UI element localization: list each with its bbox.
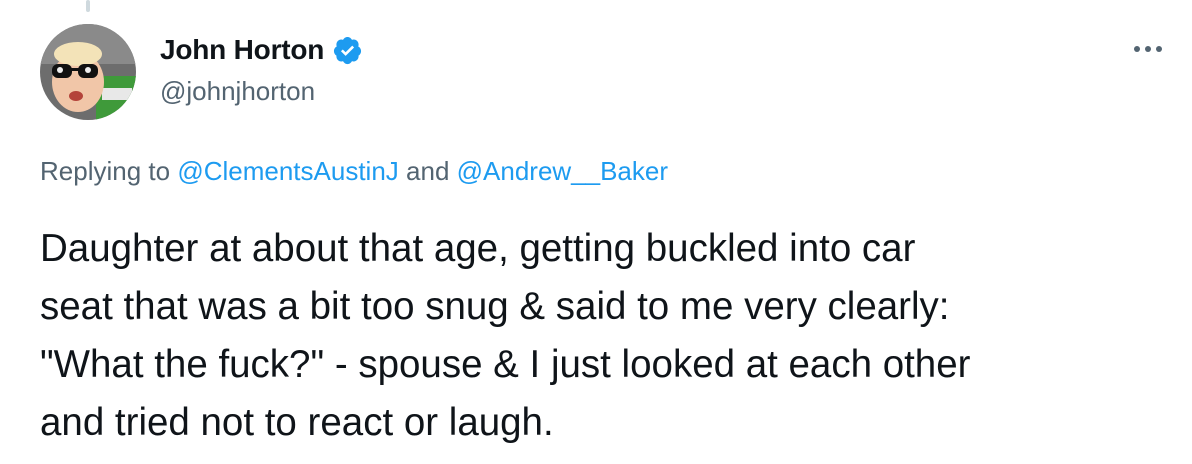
verified-badge-icon	[334, 36, 362, 64]
mention-link[interactable]: @Andrew__Baker	[457, 156, 668, 186]
tweet-line: Daughter at about that age, getting buck…	[40, 227, 916, 270]
reply-context: Replying to @ClementsAustinJ and @Andrew…	[40, 156, 668, 187]
profile-photo-icon	[40, 24, 136, 120]
mention-joiner: and	[398, 156, 457, 186]
dot	[1134, 46, 1140, 52]
tweet-line: seat that was a bit too snug & said to m…	[40, 285, 950, 328]
author-name-row: John Horton	[160, 32, 363, 68]
mention-link[interactable]: @ClementsAustinJ	[177, 156, 398, 186]
more-options-icon[interactable]	[1128, 34, 1168, 64]
dot	[1156, 46, 1162, 52]
avatar[interactable]	[40, 24, 136, 120]
author-handle[interactable]: @johnjhorton	[160, 76, 315, 107]
replying-prefix: Replying to	[40, 156, 178, 186]
dot	[1145, 46, 1151, 52]
tweet-line: "What the fuck?" - spouse & I just looke…	[40, 343, 971, 386]
tweet-line: and tried not to react or laugh.	[40, 401, 554, 444]
tweet-text: Daughter at about that age, getting buck…	[40, 220, 1180, 452]
author-name[interactable]: John Horton	[160, 34, 324, 66]
thread-connector-line	[86, 0, 90, 12]
